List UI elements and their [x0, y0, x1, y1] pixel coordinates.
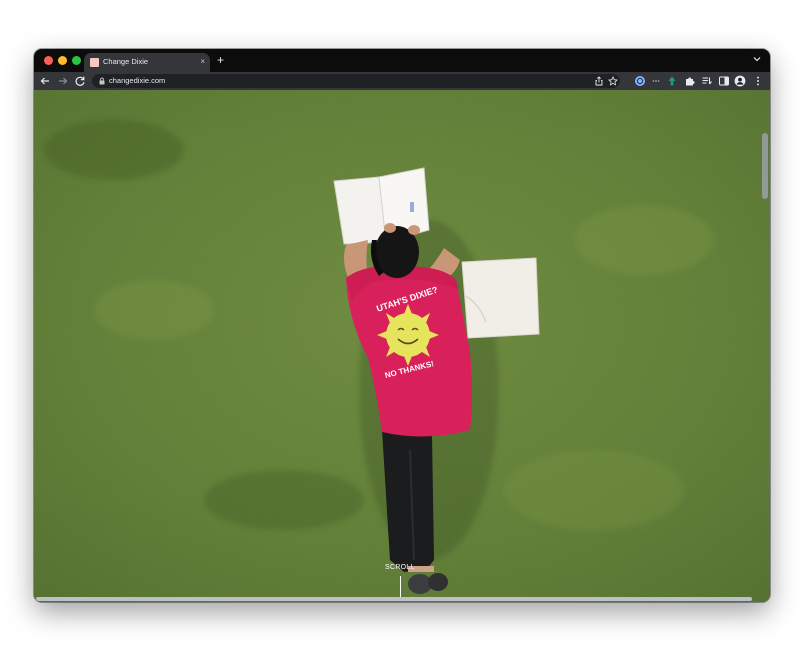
sun-logo [377, 304, 439, 366]
lock-icon[interactable] [98, 77, 106, 85]
more-menu-icon[interactable] [752, 75, 764, 87]
hero-video: UTAH'S DIXIE? NO THANKS! [34, 90, 770, 602]
url-text[interactable]: changedixie.com [109, 76, 165, 85]
tab-close-icon[interactable]: × [200, 56, 205, 68]
address-bar[interactable]: changedixie.com [92, 74, 620, 88]
vertical-scrollbar-thumb[interactable] [762, 133, 768, 199]
favicon-icon [90, 58, 99, 67]
tab-strip: Change Dixie × + [34, 49, 770, 72]
tote-bag [461, 257, 540, 339]
close-window-button[interactable] [44, 56, 53, 65]
back-arrow-icon[interactable] [38, 74, 52, 88]
tab-title: Change Dixie [103, 57, 149, 66]
new-tab-button[interactable]: + [217, 52, 224, 68]
share-icon[interactable] [594, 76, 604, 86]
page-content: UTAH'S DIXIE? NO THANKS! SCROLL [34, 90, 770, 602]
horizontal-scrollbar-thumb[interactable] [36, 597, 752, 601]
vertical-scrollbar[interactable] [762, 133, 768, 602]
chevron-down-icon[interactable] [752, 54, 762, 64]
browser-window: Change Dixie × + changedixie.com UTAH'S … [34, 49, 770, 602]
more-extension-icon[interactable] [650, 75, 662, 87]
minimize-window-button[interactable] [58, 56, 67, 65]
toolbar: changedixie.com [34, 72, 770, 90]
extension-icon[interactable] [666, 75, 678, 87]
forward-arrow-icon[interactable] [56, 74, 70, 88]
horizontal-scrollbar[interactable] [36, 596, 760, 602]
scroll-indicator-line [400, 576, 401, 598]
star-icon[interactable] [608, 76, 618, 86]
tab-change-dixie[interactable]: Change Dixie × [84, 53, 210, 72]
reload-icon[interactable] [73, 74, 87, 88]
puzzle-icon[interactable] [684, 75, 696, 87]
profile-icon[interactable] [734, 75, 746, 87]
scroll-label[interactable]: SCROLL [385, 564, 415, 571]
reading-list-icon[interactable] [701, 75, 713, 87]
extension-icon[interactable] [634, 75, 646, 87]
maximize-window-button[interactable] [72, 56, 81, 65]
sidebar-icon[interactable] [718, 75, 730, 87]
